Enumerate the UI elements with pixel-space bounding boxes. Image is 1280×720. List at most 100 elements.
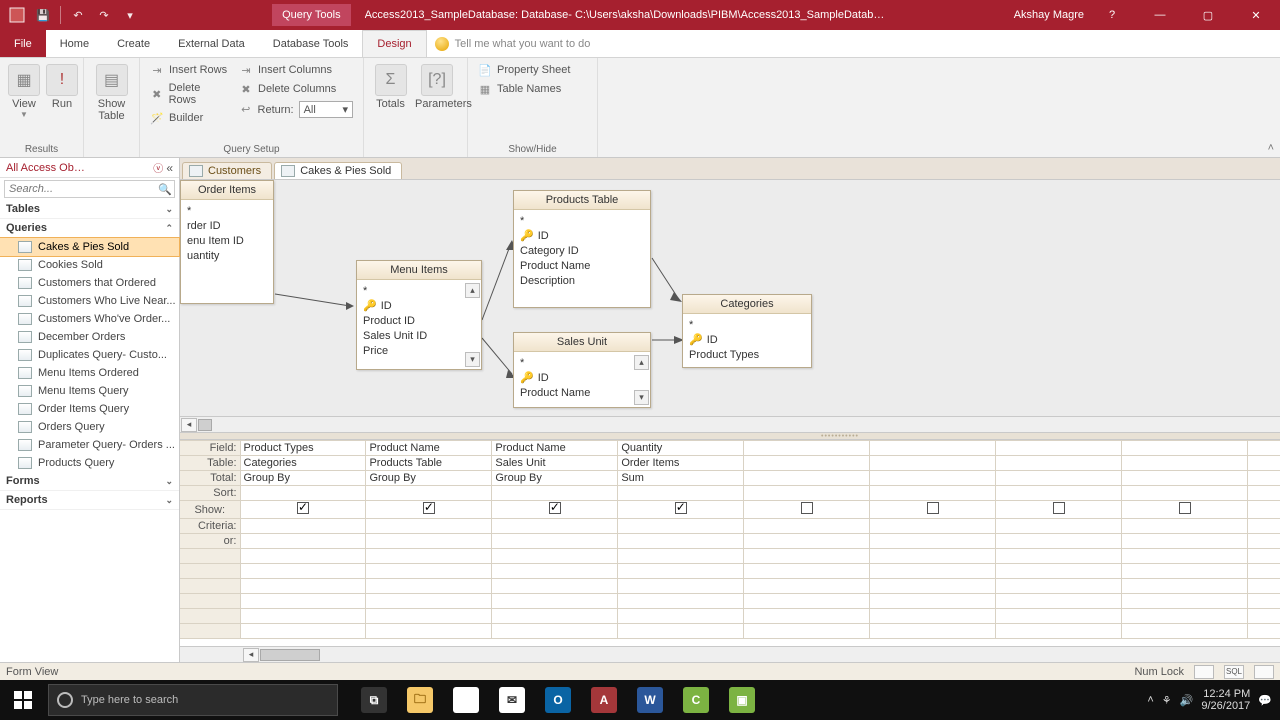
qbe-cell[interactable]	[996, 594, 1122, 609]
taskbar-access[interactable]: A	[582, 680, 626, 720]
qbe-cell[interactable]	[996, 441, 1122, 456]
qbe-cell[interactable]	[618, 534, 744, 549]
nav-query-item[interactable]: Customers Who've Order...	[0, 310, 179, 328]
qbe-cell[interactable]	[492, 501, 618, 519]
field-row[interactable]: *	[187, 204, 267, 219]
qbe-cell[interactable]	[1122, 456, 1248, 471]
qbe-cell[interactable]	[996, 456, 1122, 471]
qbe-cell[interactable]: Group By	[366, 471, 492, 486]
show-checkbox[interactable]	[549, 502, 561, 514]
qbe-cell[interactable]	[366, 549, 492, 564]
qbe-cell[interactable]	[870, 564, 996, 579]
qbe-cell[interactable]: Sum	[618, 471, 744, 486]
nav-query-item[interactable]: Order Items Query	[0, 400, 179, 418]
insert-rows-button[interactable]: ⇥Insert Rows	[148, 62, 231, 78]
qbe-cell[interactable]	[870, 549, 996, 564]
qbe-cell[interactable]	[870, 594, 996, 609]
nav-query-item[interactable]: Customers that Ordered	[0, 274, 179, 292]
nav-query-item[interactable]: Products Query	[0, 454, 179, 472]
qbe-cell[interactable]	[1122, 594, 1248, 609]
qbe-cell[interactable]	[1248, 471, 1280, 486]
qbe-cell[interactable]	[870, 534, 996, 549]
qbe-cell[interactable]	[492, 486, 618, 501]
qbe-cell[interactable]	[1248, 534, 1280, 549]
qbe-cell[interactable]	[1122, 564, 1248, 579]
qbe-cell[interactable]	[492, 519, 618, 534]
qbe-cell[interactable]	[492, 549, 618, 564]
table-sales-unit[interactable]: Sales Unit *🔑IDProduct Name ▴ ▾	[513, 332, 651, 408]
field-row[interactable]: Product ID	[363, 314, 475, 329]
qbe-cell[interactable]	[1122, 519, 1248, 534]
qbe-cell[interactable]: Quantity	[618, 441, 744, 456]
taskbar-search[interactable]: Type here to search	[48, 684, 338, 716]
qbe-cell[interactable]: Order Items	[618, 456, 744, 471]
datasheet-view-button[interactable]	[1194, 665, 1214, 679]
qbe-cell[interactable]	[240, 594, 366, 609]
nav-search[interactable]: 🔍	[4, 180, 175, 198]
return-dropdown[interactable]: All▾	[299, 101, 353, 118]
field-row[interactable]: *	[689, 318, 805, 333]
qbe-cell[interactable]	[744, 486, 870, 501]
show-checkbox[interactable]	[801, 502, 813, 514]
field-row[interactable]: Sales Unit ID	[363, 329, 475, 344]
qbe-cell[interactable]	[996, 486, 1122, 501]
qbe-cell[interactable]	[366, 594, 492, 609]
nav-query-item[interactable]: Parameter Query- Orders ...	[0, 436, 179, 454]
qbe-cell[interactable]	[240, 549, 366, 564]
totals-button[interactable]: ΣTotals	[372, 62, 409, 110]
field-row[interactable]: 🔑ID	[520, 371, 644, 386]
show-checkbox[interactable]	[1179, 502, 1191, 514]
qbe-cell[interactable]	[870, 441, 996, 456]
qbe-cell[interactable]	[996, 609, 1122, 624]
qbe-cell[interactable]	[1248, 594, 1280, 609]
search-icon[interactable]: 🔍	[156, 183, 174, 196]
qbe-cell[interactable]	[744, 534, 870, 549]
qbe-cell[interactable]	[618, 549, 744, 564]
qbe-cell[interactable]	[1248, 564, 1280, 579]
taskbar-app1[interactable]: C	[674, 680, 718, 720]
builder-button[interactable]: 🪄Builder	[148, 110, 231, 126]
qbe-cell[interactable]	[240, 534, 366, 549]
show-checkbox[interactable]	[297, 502, 309, 514]
nav-pane-header[interactable]: All Access Ob… ⓥ «	[0, 158, 179, 178]
nav-section-queries[interactable]: Queries⌃	[0, 219, 179, 238]
qbe-cell[interactable]	[870, 486, 996, 501]
qbe-cell[interactable]	[618, 519, 744, 534]
qbe-cell[interactable]	[366, 519, 492, 534]
tab-file[interactable]: File	[0, 30, 46, 57]
scroll-down-icon[interactable]: ▾	[634, 390, 649, 405]
redo-icon[interactable]: ↷	[93, 4, 115, 26]
qbe-cell[interactable]	[744, 594, 870, 609]
start-button[interactable]	[0, 680, 46, 720]
field-row[interactable]: 🔑ID	[520, 229, 644, 244]
save-icon[interactable]: 💾	[32, 4, 54, 26]
delete-columns-button[interactable]: ✖Delete Columns	[237, 81, 355, 97]
qbe-cell[interactable]	[996, 501, 1122, 519]
taskbar-explorer[interactable]: 🗀	[398, 680, 442, 720]
qbe-cell[interactable]	[996, 564, 1122, 579]
qbe-cell[interactable]	[996, 534, 1122, 549]
system-tray[interactable]: ˄ ⚘ 🔊 12:24 PM9/26/2017 💬	[1139, 688, 1280, 712]
nav-section-forms[interactable]: Forms⌄	[0, 472, 179, 491]
qbe-cell[interactable]	[996, 519, 1122, 534]
pane-splitter[interactable]: •••••••••••	[180, 432, 1280, 440]
qbe-cell[interactable]	[240, 501, 366, 519]
qbe-cell[interactable]	[618, 594, 744, 609]
show-checkbox[interactable]	[1053, 502, 1065, 514]
qbe-cell[interactable]: Product Name	[492, 441, 618, 456]
qbe-cell[interactable]	[744, 609, 870, 624]
tray-chevron-icon[interactable]: ˄	[1147, 694, 1153, 706]
taskbar-mail[interactable]: ✉	[490, 680, 534, 720]
qbe-cell[interactable]	[870, 471, 996, 486]
design-view-button[interactable]	[1254, 665, 1274, 679]
qbe-cell[interactable]	[996, 471, 1122, 486]
qbe-cell[interactable]	[240, 624, 366, 639]
field-row[interactable]: Price	[363, 344, 475, 359]
qbe-cell[interactable]	[366, 609, 492, 624]
nav-query-item[interactable]: Menu Items Ordered	[0, 364, 179, 382]
qbe-cell[interactable]	[492, 564, 618, 579]
qbe-cell[interactable]	[870, 624, 996, 639]
qbe-cell[interactable]	[1248, 609, 1280, 624]
tray-network-icon[interactable]: ⚘	[1162, 694, 1172, 707]
qbe-cell[interactable]	[492, 579, 618, 594]
